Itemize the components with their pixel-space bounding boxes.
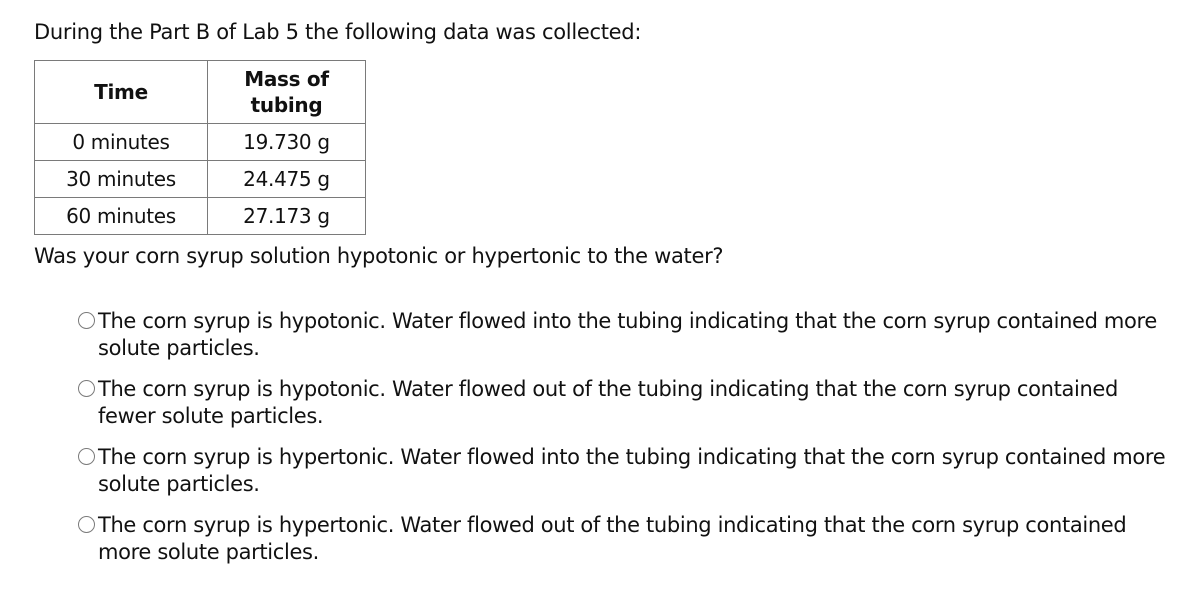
answer-option-4[interactable]: The corn syrup is hypertonic. Water flow… [78,512,1178,566]
radio-unselected-icon[interactable] [78,516,95,533]
answer-options: The corn syrup is hypotonic. Water flowe… [78,308,1178,580]
option-text: The corn syrup is hypertonic. Water flow… [98,513,1127,564]
radio-unselected-icon[interactable] [78,448,95,465]
answer-option-3[interactable]: The corn syrup is hypertonic. Water flow… [78,444,1178,498]
option-text: The corn syrup is hypotonic. Water flowe… [98,377,1118,428]
table-row: 60 minutes 27.173 g [34,197,366,235]
cell-time: 30 minutes [34,160,208,198]
table-row: 0 minutes 19.730 g [34,123,366,161]
answer-option-1[interactable]: The corn syrup is hypotonic. Water flowe… [78,308,1178,362]
option-text: The corn syrup is hypertonic. Water flow… [98,445,1166,496]
radio-unselected-icon[interactable] [78,380,95,397]
cell-time: 0 minutes [34,123,208,161]
cell-mass: 27.173 g [207,197,366,235]
header-mass-label: Mass of tubing [244,67,329,117]
cell-time: 60 minutes [34,197,208,235]
cell-mass: 24.475 g [207,160,366,198]
header-time: Time [34,60,208,124]
cell-mass: 19.730 g [207,123,366,161]
intro-text: During the Part B of Lab 5 the following… [34,20,642,44]
table-header-row: Time Mass of tubing [34,60,366,124]
radio-unselected-icon[interactable] [78,312,95,329]
answer-option-2[interactable]: The corn syrup is hypotonic. Water flowe… [78,376,1178,430]
header-mass: Mass of tubing [207,60,366,124]
question-text: Was your corn syrup solution hypotonic o… [34,244,724,268]
table-row: 30 minutes 24.475 g [34,160,366,198]
data-table: Time Mass of tubing 0 minutes 19.730 g 3… [34,60,366,235]
option-text: The corn syrup is hypotonic. Water flowe… [98,309,1157,360]
